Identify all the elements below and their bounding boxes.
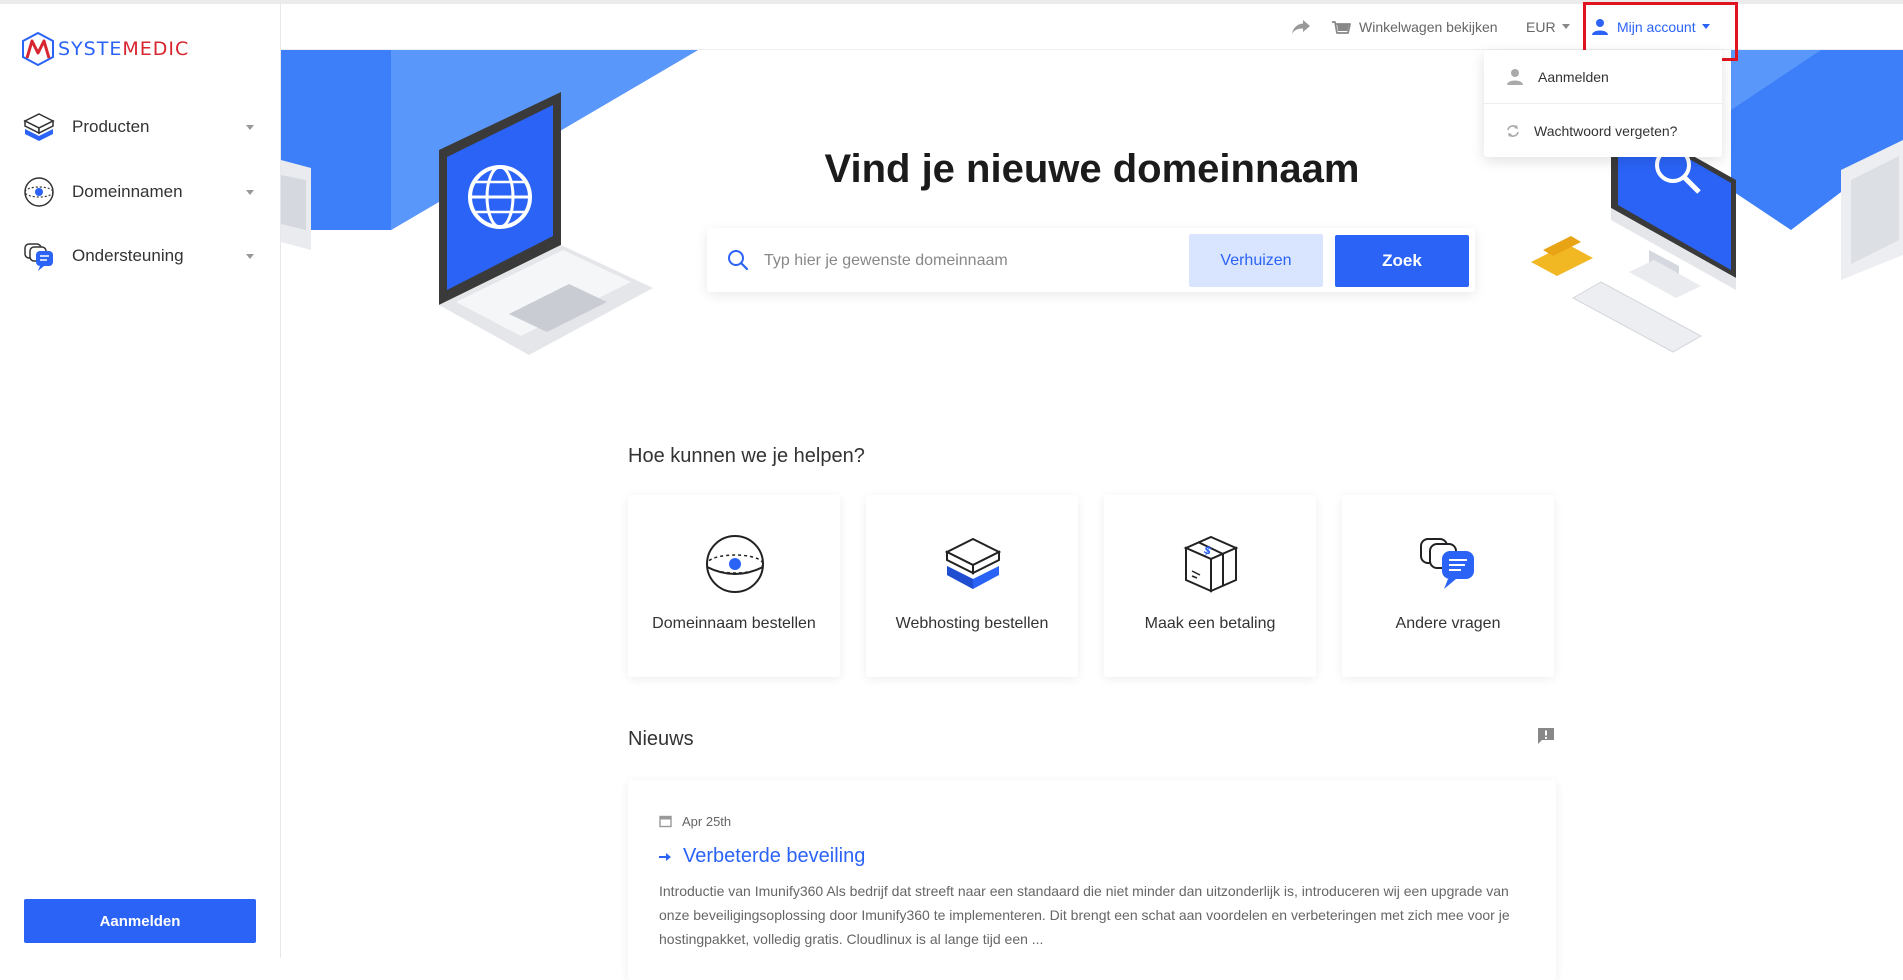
user-icon (1507, 68, 1523, 85)
sidebar: SYSTEMEDIC Producten Domeinnamen Onderst… (0, 4, 281, 958)
transfer-button[interactable]: Verhuizen (1189, 234, 1323, 287)
sidebar-item-label: Ondersteuning (72, 246, 184, 265)
server-icon (944, 537, 1002, 589)
news-title-link[interactable]: Verbeterde beveiling (659, 845, 865, 868)
card-order-hosting[interactable]: Webhosting bestellen (866, 495, 1078, 677)
dropdown-item-forgot-password[interactable]: Wachtwoord vergeten? (1484, 103, 1722, 157)
logo[interactable]: SYSTEMEDIC (22, 32, 189, 66)
package-icon: $ (1183, 535, 1239, 593)
card-make-payment[interactable]: $ Maak een betaling (1104, 495, 1316, 677)
card-label: Webhosting bestellen (895, 615, 1049, 632)
share-icon[interactable] (1291, 4, 1311, 49)
calendar-icon (659, 815, 672, 828)
cart-label: Winkelwagen bekijken (1359, 18, 1498, 35)
cart-link[interactable]: Winkelwagen bekijken (1331, 4, 1498, 49)
sidebar-item-label: Producten (72, 117, 150, 136)
logo-text: SYSTEMEDIC (58, 38, 190, 60)
chat-bubbles-icon (1420, 538, 1474, 589)
cart-icon (1332, 20, 1351, 34)
news-item: Apr 25th Verbeterde beveiling Introducti… (628, 780, 1556, 980)
feedback-icon[interactable] (1536, 726, 1556, 751)
sidebar-item-label: Domeinnamen (72, 182, 183, 201)
dropdown-item-label: Aanmelden (1538, 68, 1609, 85)
news-date: Apr 25th (659, 814, 731, 829)
help-section-title: Hoe kunnen we je helpen? (628, 445, 865, 467)
sidebar-item-ondersteuning[interactable]: Ondersteuning (22, 236, 258, 276)
news-excerpt: Introductie van Imunify360 Als bedrijf d… (659, 883, 1510, 947)
globe-icon (706, 535, 764, 593)
dropdown-item-login[interactable]: Aanmelden (1484, 50, 1722, 103)
refresh-icon (1507, 124, 1519, 137)
domain-search-input[interactable] (762, 246, 1166, 276)
chat-bubbles-icon (22, 239, 56, 273)
account-dropdown: Aanmelden Wachtwoord vergeten? (1484, 50, 1722, 157)
domain-search-box: Verhuizen Zoek (707, 228, 1475, 292)
chevron-down-icon (246, 189, 254, 195)
news-section-title: Nieuws (628, 728, 694, 750)
card-label: Maak een betaling (1144, 615, 1276, 632)
sidebar-item-producten[interactable]: Producten (22, 107, 258, 147)
sidebar-login-button[interactable]: Aanmelden (24, 899, 256, 943)
card-label: Andere vragen (1395, 615, 1501, 632)
dropdown-item-label: Wachtwoord vergeten? (1534, 122, 1678, 139)
server-icon (22, 110, 56, 144)
card-order-domain[interactable]: Domeinnaam bestellen (628, 495, 840, 677)
search-button[interactable]: Zoek (1335, 235, 1469, 287)
chevron-down-icon (1561, 24, 1570, 29)
chevron-down-icon (246, 124, 254, 130)
currency-selector[interactable]: EUR (1526, 4, 1570, 49)
card-other-questions[interactable]: Andere vragen (1342, 495, 1554, 677)
chevron-down-icon (246, 253, 254, 259)
news-date-text: Apr 25th (682, 814, 732, 829)
arrow-right-icon (659, 852, 671, 861)
logo-icon (22, 32, 54, 66)
search-icon (728, 250, 749, 271)
sidebar-item-domeinnamen[interactable]: Domeinnamen (22, 172, 258, 212)
globe-icon (22, 175, 56, 209)
currency-label: EUR (1526, 18, 1556, 35)
news-title-text: Verbeterde beveiling (683, 845, 866, 867)
card-label: Domeinnaam bestellen (652, 615, 816, 632)
